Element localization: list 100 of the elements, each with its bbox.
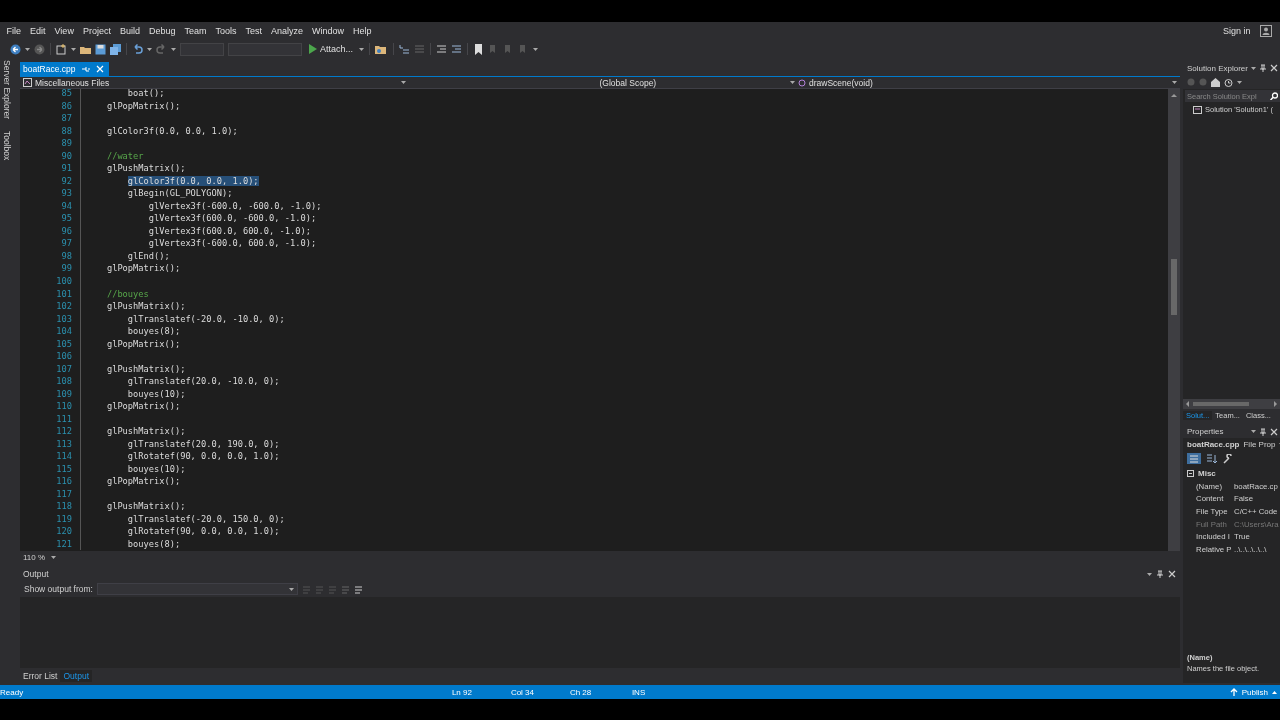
code-line: //bouyes <box>105 288 150 299</box>
menu-item[interactable]: Test <box>241 26 267 36</box>
collapse-icon[interactable] <box>1187 470 1194 477</box>
line-number: 90 <box>60 150 72 161</box>
member-dropdown[interactable]: drawScene(void) <box>787 77 1172 88</box>
panel-tab[interactable]: Error List <box>20 669 61 682</box>
line-number: 88 <box>60 125 72 136</box>
line-number: 106 <box>55 351 72 362</box>
menu-item[interactable]: Project <box>78 26 116 36</box>
code-line: glPushMatrix(); <box>105 426 187 437</box>
caret-icon[interactable] <box>1237 80 1242 84</box>
caret-icon[interactable] <box>790 81 795 84</box>
line-indicator: Ln 92 <box>451 687 473 697</box>
code-line: glTranslatef(-20.0, 150.0, 0); <box>126 513 286 524</box>
uncomment-lines-icon[interactable] <box>451 43 463 55</box>
close-icon[interactable] <box>1168 570 1176 578</box>
code-line: glPopMatrix(); <box>105 100 182 111</box>
line-number: 91 <box>60 163 72 174</box>
code-line: bouyes(8); <box>126 326 182 337</box>
wrench-icon[interactable] <box>1223 453 1233 464</box>
pin-icon[interactable] <box>1259 427 1267 436</box>
play-icon <box>308 44 317 54</box>
home-icon[interactable] <box>1211 77 1220 87</box>
line-number: 96 <box>60 225 72 236</box>
code-line: glBegin(GL_POLYGON); <box>126 188 234 199</box>
comment-lines-icon[interactable] <box>436 43 448 55</box>
code-line: glPopMatrix(); <box>105 401 182 412</box>
caret-icon[interactable] <box>359 47 365 51</box>
project-dropdown[interactable]: Miscellaneous Files <box>20 77 211 88</box>
line-number: 103 <box>55 313 72 324</box>
status-message: Ready <box>0 687 25 697</box>
line-number: 97 <box>60 238 72 249</box>
code-line: glVertex3f(600.0, -600.0, -1.0); <box>147 213 318 224</box>
code-line: glRotatef(90, 0.0, 0.0, 1.0); <box>126 526 281 537</box>
bookmark-icon[interactable] <box>473 43 485 55</box>
line-number: 95 <box>60 213 72 224</box>
new-project-icon[interactable] <box>56 43 67 55</box>
caret-icon[interactable] <box>401 81 406 84</box>
side-tab[interactable]: Toolbox <box>0 131 14 161</box>
line-number: 85 <box>60 89 72 99</box>
history-icon[interactable] <box>1224 77 1233 87</box>
list-indent-icon[interactable] <box>399 43 411 55</box>
scope-dropdown[interactable]: (Global Scope) <box>596 77 787 88</box>
save-icon[interactable] <box>95 43 106 55</box>
caret-icon[interactable] <box>25 47 30 51</box>
caret-icon[interactable] <box>289 587 294 591</box>
caret-icon[interactable] <box>1250 66 1256 70</box>
publish-button[interactable]: Publish <box>1229 687 1277 697</box>
menu-item[interactable]: Analyze <box>266 26 308 36</box>
caret-icon <box>1272 690 1277 694</box>
panel-tab[interactable]: Output <box>60 669 92 682</box>
line-number: 87 <box>60 113 72 124</box>
menu-item[interactable]: Build <box>115 26 145 36</box>
caret-icon[interactable] <box>51 555 57 559</box>
caret-icon[interactable] <box>533 47 539 51</box>
forward-arrow-icon[interactable] <box>34 43 45 55</box>
menu-item[interactable]: Help <box>348 26 377 36</box>
code-line: bouyes(8); <box>126 538 182 549</box>
pin-icon[interactable] <box>1258 64 1267 72</box>
line-number: 89 <box>60 138 72 149</box>
menu-item[interactable]: Window <box>307 26 349 36</box>
category-label: Misc <box>1198 469 1216 478</box>
search-icon[interactable] <box>1270 92 1278 100</box>
line-number: 121 <box>55 538 72 549</box>
caret-icon[interactable] <box>1172 81 1177 84</box>
object-type-dropdown[interactable]: File Prop <box>1243 440 1276 449</box>
close-icon[interactable] <box>1270 427 1278 436</box>
menu-item[interactable]: Tools <box>210 26 241 36</box>
side-tab[interactable]: Server Explorer <box>0 60 14 120</box>
undo-icon[interactable] <box>132 43 143 55</box>
line-number: 105 <box>55 338 72 349</box>
panel-title: Properties <box>1187 427 1224 436</box>
caret-icon[interactable] <box>171 47 176 51</box>
caret-icon[interactable] <box>71 47 76 51</box>
line-number: 98 <box>60 250 72 261</box>
code-line: //water <box>105 150 145 161</box>
attach-button[interactable]: Attach... <box>306 44 356 54</box>
word-wrap-icon[interactable] <box>354 584 363 594</box>
line-number: 100 <box>55 276 72 286</box>
line-number: 101 <box>55 288 72 299</box>
line-number: 120 <box>55 526 72 537</box>
save-all-icon[interactable] <box>110 43 121 55</box>
caret-icon[interactable] <box>147 47 152 51</box>
sign-in-link[interactable]: Sign in <box>1218 26 1255 36</box>
code-line: glColor3f(0.0, 0.0, 1.0); <box>105 125 239 136</box>
close-icon[interactable] <box>1269 64 1278 72</box>
caret-icon[interactable] <box>1147 572 1152 576</box>
zoom-level[interactable]: 110 % <box>23 552 46 562</box>
menu-item[interactable]: View <box>50 26 79 36</box>
find-folder-icon[interactable] <box>375 43 389 55</box>
pin-icon[interactable] <box>1156 570 1164 578</box>
menu-item[interactable]: Team <box>179 26 211 36</box>
back-arrow-icon[interactable] <box>10 43 21 55</box>
code-line: glPushMatrix(); <box>105 501 187 512</box>
sort-icon[interactable] <box>1206 453 1218 464</box>
caret-icon[interactable] <box>1251 430 1256 433</box>
menu-item[interactable]: File <box>2 26 26 36</box>
menu-item[interactable]: Debug <box>144 26 180 36</box>
field-label: Show output from: <box>24 584 93 594</box>
menu-item[interactable]: Edit <box>25 26 51 36</box>
